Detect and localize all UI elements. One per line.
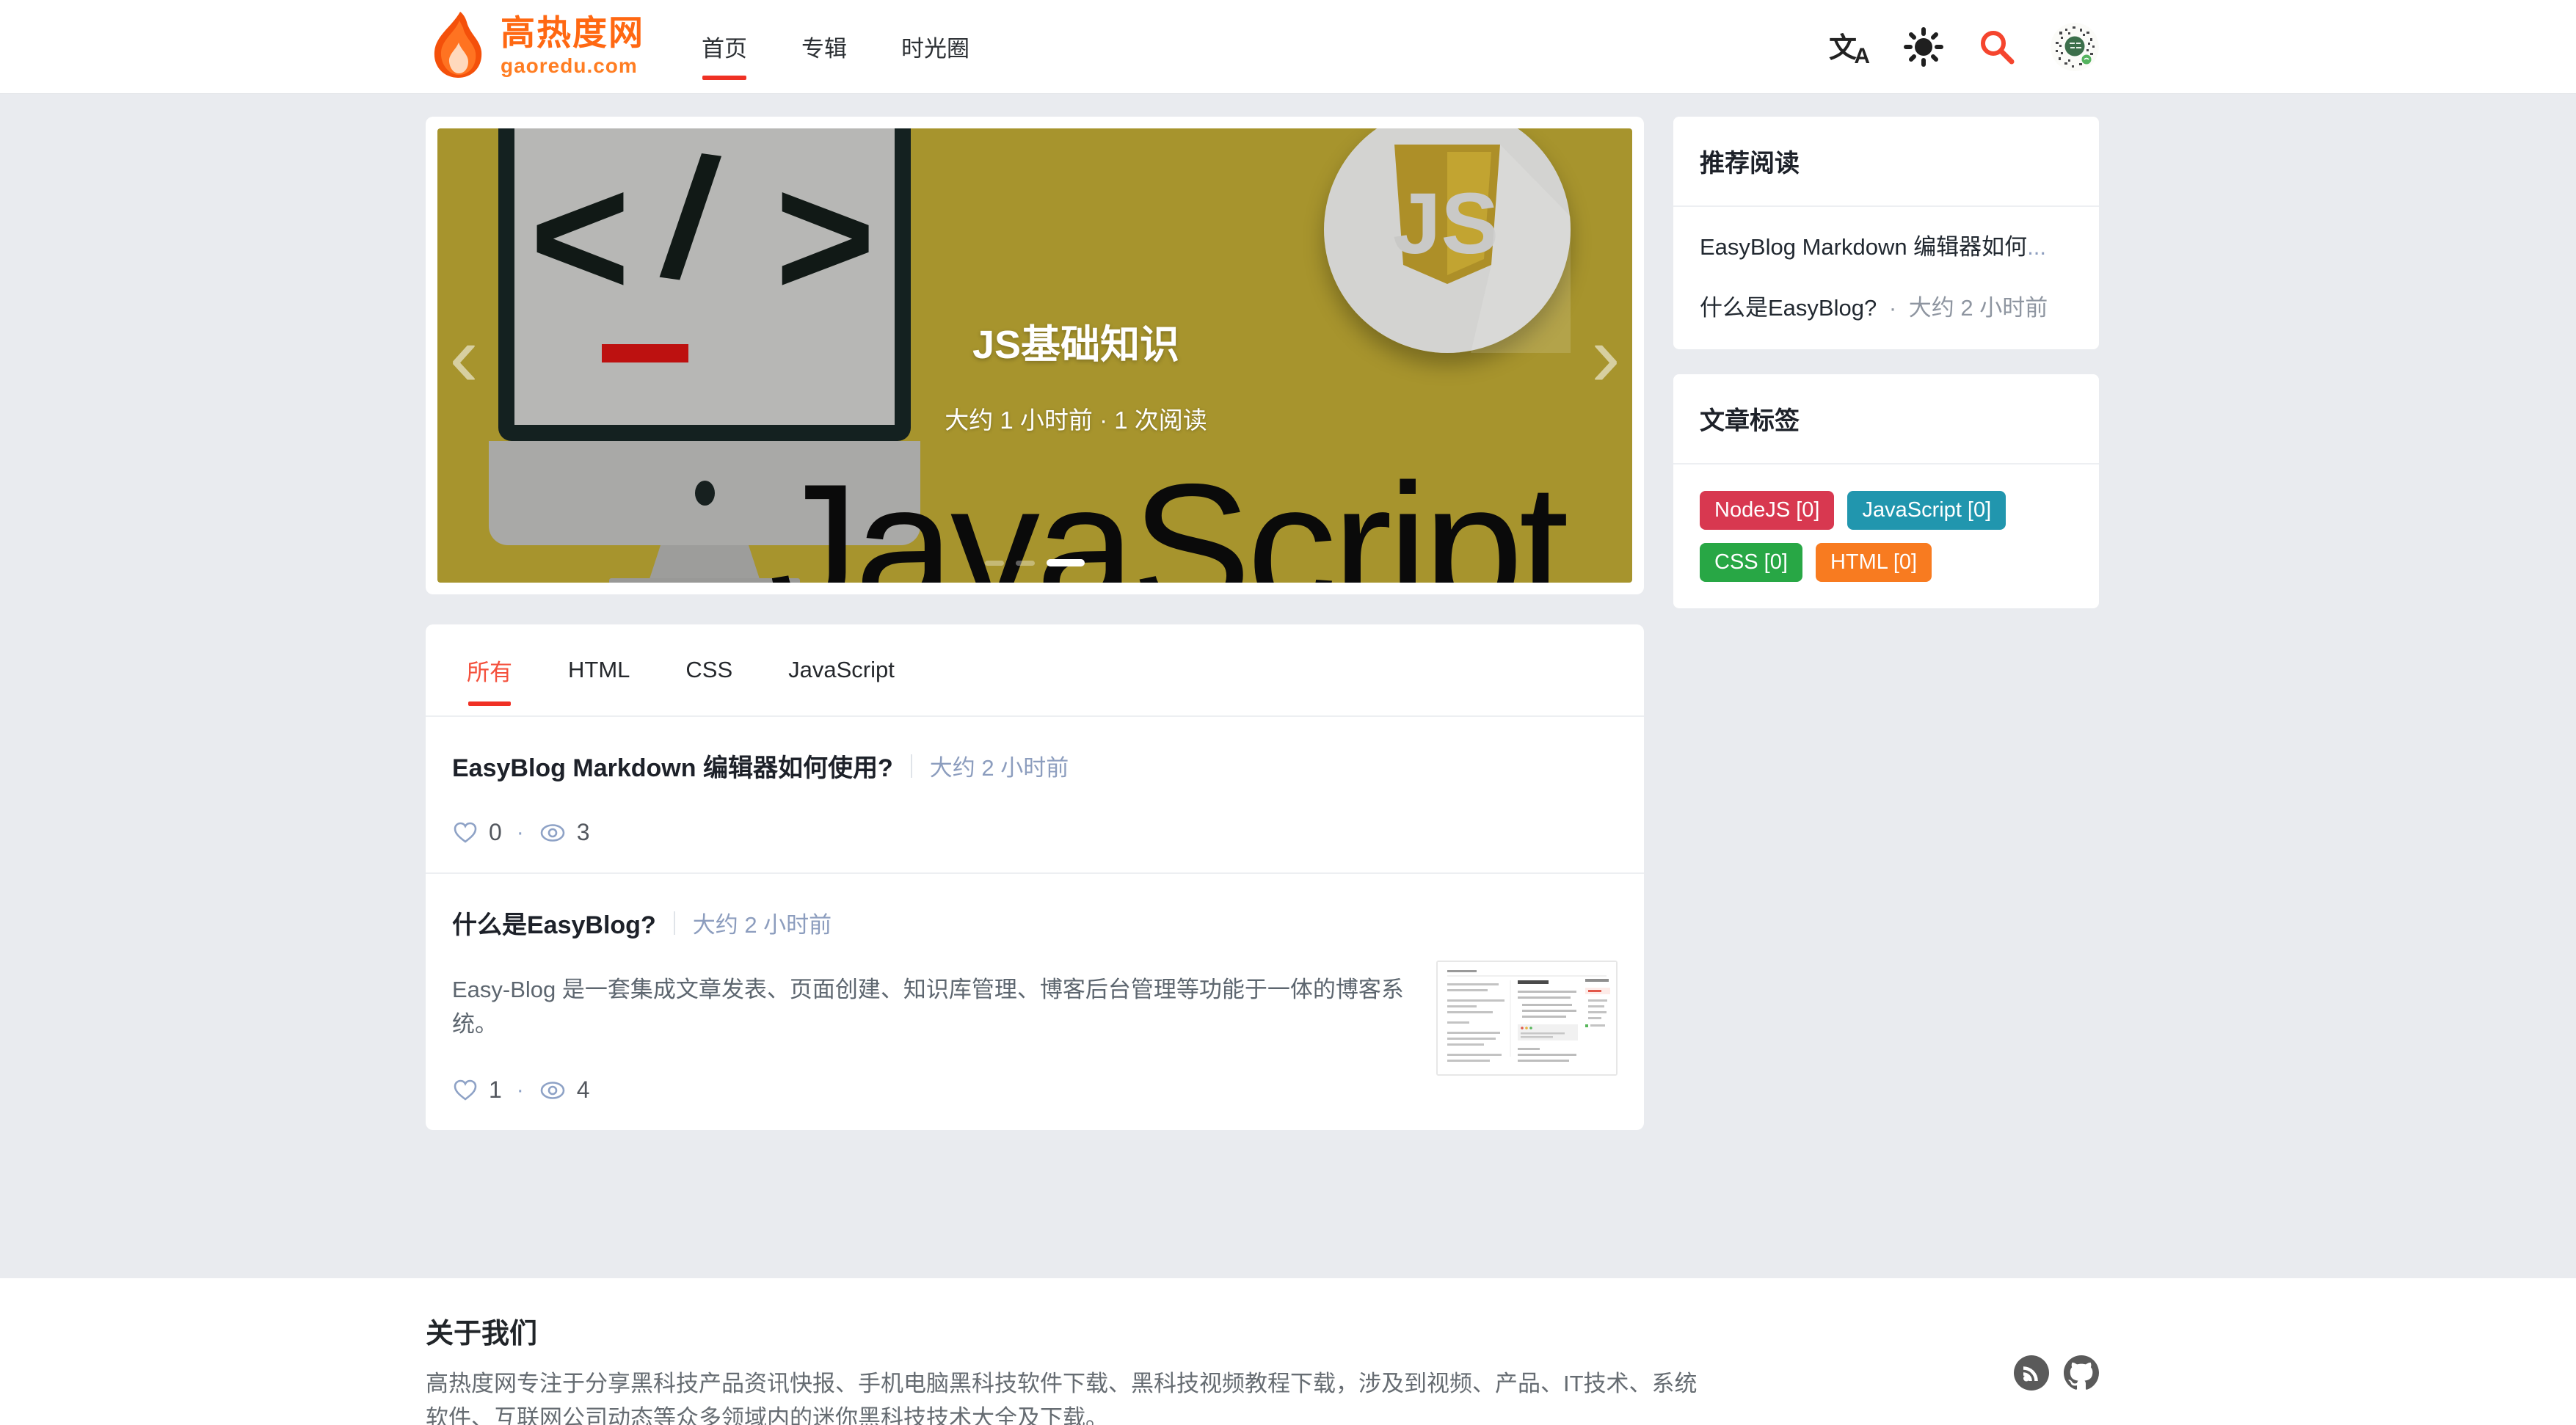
heart-icon	[452, 820, 479, 846]
views-icon	[539, 820, 567, 845]
translate-icon[interactable]: 文 A	[1829, 28, 1870, 68]
code-bracket-right-glyph: >	[774, 139, 876, 332]
logo-domain: gaoredu.com	[501, 54, 638, 77]
page-background: < / > JS JavaScript JS基础知识 大约 1 小时前 · 1 …	[0, 94, 2576, 1278]
flame-logo-icon	[426, 10, 490, 83]
meta-separator	[673, 911, 675, 935]
stats-dot: ·	[516, 820, 524, 845]
article-thumbnail[interactable]	[1436, 961, 1618, 1076]
truncation-ellipsis: ...	[2027, 234, 2047, 260]
code-slash-glyph: /	[653, 128, 728, 317]
javascript-logo-badge: JS	[1324, 128, 1571, 353]
about-title: 关于我们	[426, 1319, 538, 1349]
recommended-item[interactable]: 什么是EasyBlog? · 大约 2 小时前	[1700, 294, 2073, 323]
background-word-javascript: JavaScript	[769, 446, 1569, 583]
article-title[interactable]: EasyBlog Markdown 编辑器如何使用?	[452, 748, 893, 784]
about-block: 关于我们 高热度网专注于分享黑科技产品资讯快报、手机电脑黑科技软件下载、黑科技视…	[426, 1311, 1703, 1425]
views-icon	[539, 1078, 567, 1103]
carousel-dot-3-active[interactable]	[1047, 559, 1085, 566]
stats-dot: ·	[516, 1077, 524, 1102]
carousel-card: < / > JS JavaScript JS基础知识 大约 1 小时前 · 1 …	[426, 117, 1644, 594]
article-tabs: 所有 HTML CSS JavaScript	[426, 624, 1644, 717]
tag-css[interactable]: CSS [0]	[1700, 542, 1802, 583]
view-count: 3	[576, 819, 590, 845]
carousel-dot-2[interactable]	[1016, 560, 1035, 566]
recommended-reading-card: 推荐阅读 EasyBlog Markdown 编辑器如何... 什么是EasyB…	[1673, 117, 2099, 349]
slide-meta: 大约 1 小时前 · 1 次阅读	[945, 407, 1207, 434]
article-excerpt: Easy-Blog 是一套集成文章发表、页面创建、知识库管理、博客后台管理等功能…	[452, 977, 1404, 1037]
carousel-dot-1[interactable]	[985, 560, 1004, 566]
tab-all[interactable]: 所有	[467, 654, 512, 687]
site-logo[interactable]: 高热度网 gaoredu.com	[426, 10, 644, 83]
nav-item-moments[interactable]: 时光圈	[901, 0, 969, 93]
main-nav: 首页 专辑 时光圈	[702, 0, 1024, 93]
carousel-indicators	[985, 559, 1085, 566]
site-header: 高热度网 gaoredu.com 首页 专辑 时光圈 文 A	[0, 0, 2576, 94]
red-cursor-dash	[602, 343, 689, 362]
article-row: 什么是EasyBlog? 大约 2 小时前 Easy-Blog 是一套集成文章发…	[426, 872, 1644, 1130]
site-footer: 关于我们 高热度网专注于分享黑科技产品资讯快报、手机电脑黑科技软件下载、黑科技视…	[0, 1278, 2576, 1425]
article-time: 大约 2 小时前	[929, 755, 1069, 781]
search-icon[interactable]	[1977, 27, 2017, 67]
article-row: EasyBlog Markdown 编辑器如何使用? 大约 2 小时前 0 ·	[426, 717, 1644, 872]
rss-icon[interactable]	[2014, 1355, 2049, 1391]
item-dot: ·	[1888, 294, 1897, 321]
tag-nodejs[interactable]: NodeJS [0]	[1700, 490, 1835, 530]
article-time: 大约 2 小时前	[692, 912, 832, 938]
carousel-next-button[interactable]: ›	[1591, 312, 1620, 400]
code-bracket-left-glyph: <	[529, 139, 630, 332]
like-count: 1	[489, 1076, 502, 1103]
view-count: 4	[576, 1076, 590, 1103]
tab-html[interactable]: HTML	[568, 657, 630, 683]
recommended-item[interactable]: EasyBlog Markdown 编辑器如何...	[1700, 233, 2073, 262]
article-list-card: 所有 HTML CSS JavaScript EasyBlog Markdown…	[426, 624, 1644, 1130]
nav-item-home[interactable]: 首页	[702, 0, 747, 93]
tag-javascript[interactable]: JavaScript [0]	[1847, 490, 2006, 530]
article-title[interactable]: 什么是EasyBlog?	[452, 905, 656, 941]
logo-title: 高热度网	[501, 13, 644, 52]
article-tags-title: 文章标签	[1673, 374, 2099, 464]
tab-css[interactable]: CSS	[685, 657, 732, 683]
meta-separator	[910, 754, 912, 778]
like-count: 0	[489, 819, 502, 845]
github-icon[interactable]	[2064, 1355, 2099, 1391]
slide-title[interactable]: JS基础知识	[870, 312, 1281, 370]
heart-icon	[452, 1077, 479, 1104]
carousel-prev-button[interactable]: ‹	[449, 312, 479, 400]
about-text: 高热度网专注于分享黑科技产品资讯快报、手机电脑黑科技软件下载、黑科技视频教程下载…	[426, 1371, 1698, 1425]
nav-item-albums[interactable]: 专辑	[801, 0, 847, 93]
recommended-reading-title: 推荐阅读	[1673, 117, 2099, 207]
svg-text:JS: JS	[1393, 175, 1499, 272]
carousel-slide[interactable]: < / > JS JavaScript JS基础知识 大约 1 小时前 · 1 …	[437, 128, 1632, 583]
theme-sun-icon[interactable]	[1904, 26, 1943, 67]
tab-javascript[interactable]: JavaScript	[788, 657, 895, 683]
tag-html[interactable]: HTML [0]	[1815, 542, 1932, 583]
article-tags-card: 文章标签 NodeJS [0] JavaScript [0] CSS [0] H…	[1673, 373, 2099, 609]
item-time: 大约 2 小时前	[1908, 294, 2048, 321]
user-avatar[interactable]	[2051, 22, 2099, 71]
